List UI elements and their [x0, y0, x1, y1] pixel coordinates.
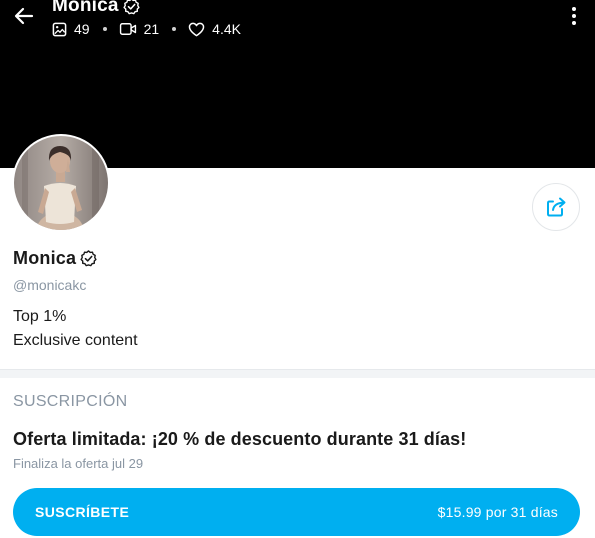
stat-separator: [102, 27, 107, 31]
stat-videos-count: 21: [143, 21, 160, 37]
subscribe-button-label: SUSCRÍBETE: [35, 504, 130, 520]
header-title-row: Monica: [52, 0, 141, 17]
share-button[interactable]: [532, 183, 580, 231]
back-arrow-icon[interactable]: [12, 4, 36, 28]
stat-likes: 4.4K: [188, 21, 241, 37]
verified-badge-icon: [80, 250, 97, 267]
profile-bio-line: Exclusive content: [13, 332, 138, 349]
offer-end-date: Finaliza la oferta jul 29: [13, 456, 144, 471]
profile-bio-line: Top 1%: [13, 308, 67, 325]
profile-name-row: Monica: [13, 248, 98, 269]
stat-likes-count: 4.4K: [212, 21, 241, 37]
subscribe-button[interactable]: SUSCRÍBETE $15.99 por 31 días: [13, 488, 580, 536]
subscription-heading: SUSCRIPCIÓN: [13, 393, 128, 410]
share-icon: [547, 197, 566, 217]
offer-text: Oferta limitada: ¡20 % de descuento dura…: [13, 429, 467, 449]
header-title: Monica: [52, 0, 119, 16]
avatar-photo: [14, 136, 108, 230]
subscribe-button-price: $15.99 por 31 días: [437, 504, 558, 520]
stat-videos: 21: [119, 21, 160, 37]
heart-icon: [188, 22, 205, 36]
video-icon: [119, 23, 136, 35]
image-icon: [52, 22, 67, 36]
stat-separator: [172, 27, 177, 31]
profile-stats: 49 21 4.4K: [52, 19, 241, 39]
stat-images-count: 49: [74, 21, 90, 37]
avatar[interactable]: [12, 134, 110, 232]
stat-images: 49: [52, 21, 90, 37]
profile-name: Monica: [13, 248, 77, 268]
profile-handle: @monicakc: [13, 277, 87, 293]
more-options-icon[interactable]: [564, 5, 584, 27]
verified-badge-icon: [123, 0, 140, 14]
section-divider: [0, 369, 595, 378]
